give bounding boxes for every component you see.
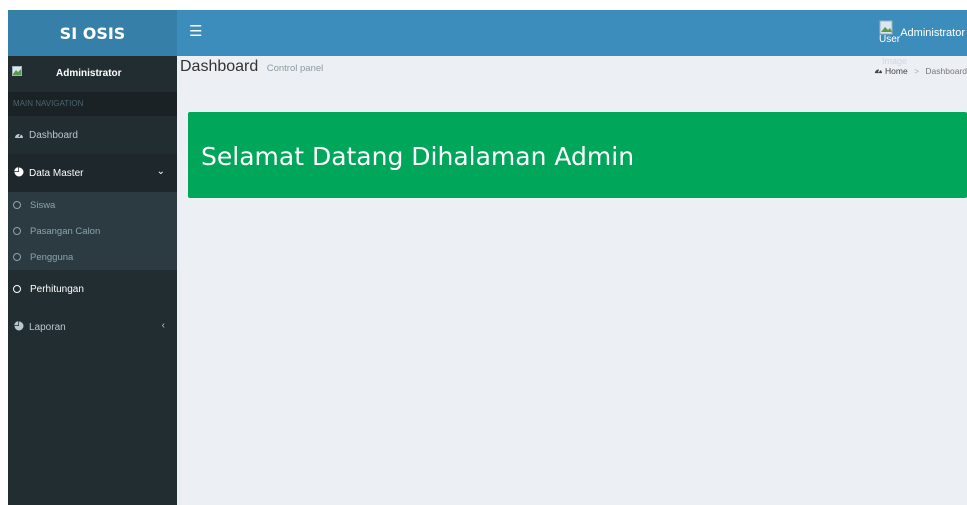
page-subtitle: Control panel: [266, 63, 324, 74]
sidebar-user-name: Administrator: [56, 68, 122, 79]
sidebar-toggle-icon[interactable]: ☰: [189, 24, 202, 40]
user-menu-name[interactable]: Administrator: [900, 27, 965, 39]
submenu-item-label: Siswa: [30, 199, 56, 211]
breadcrumb-home-link[interactable]: Home: [885, 66, 908, 76]
sidebar-item-label: Dashboard: [29, 129, 78, 141]
dashboard-icon: [874, 66, 885, 76]
submenu-data-master: Siswa Pasangan Calon Pengguna: [8, 192, 177, 270]
top-navbar: ☰ User Administrator: [177, 10, 967, 56]
welcome-box: Selamat Datang Dihalaman Admin: [188, 112, 967, 198]
sidebar-item-data-master[interactable]: Data Master ⌄: [8, 154, 177, 192]
sidebar-item-label: Laporan: [29, 321, 66, 333]
sidebar: Administrator MAIN NAVIGATION Dashboard …: [8, 56, 177, 505]
breadcrumb: Home > Dashboard: [874, 66, 967, 76]
user-image-alt-text: User: [879, 34, 901, 45]
app-logo[interactable]: SI OSIS: [8, 10, 177, 56]
sidebar-item-label: Perhitungan: [30, 283, 84, 295]
nav-header: MAIN NAVIGATION: [8, 92, 177, 116]
submenu-item-siswa[interactable]: Siswa: [8, 192, 177, 218]
circle-icon: [13, 227, 21, 235]
sidebar-item-label: Data Master: [29, 167, 84, 179]
submenu-item-pasangan-calon[interactable]: Pasangan Calon: [8, 218, 177, 244]
sidebar-item-laporan[interactable]: Laporan ‹: [8, 308, 177, 346]
submenu-item-pengguna[interactable]: Pengguna: [8, 244, 177, 270]
circle-icon: [13, 201, 21, 209]
submenu-item-label: Pasangan Calon: [30, 225, 101, 237]
page-title: Dashboard: [180, 58, 259, 75]
pie-chart-icon: [13, 321, 24, 333]
pie-chart-icon: [13, 167, 24, 179]
circle-icon: [13, 285, 21, 293]
sidebar-item-dashboard[interactable]: Dashboard: [8, 116, 177, 154]
breadcrumb-separator: >: [914, 66, 920, 76]
chevron-left-icon: ‹: [161, 320, 165, 331]
welcome-message: Selamat Datang Dihalaman Admin: [201, 142, 635, 171]
sidebar-user-panel: Administrator: [8, 56, 177, 92]
dashboard-icon: [13, 130, 24, 141]
submenu-item-label: Pengguna: [30, 251, 74, 263]
breadcrumb-current: Dashboard: [925, 66, 967, 76]
content-header: Dashboard Control panel Home > Dashboard: [180, 58, 967, 84]
sidebar-item-perhitungan[interactable]: Perhitungan: [8, 270, 177, 308]
logo-text: SI OSIS: [59, 23, 126, 43]
avatar-broken-image-icon: [12, 66, 22, 76]
chevron-down-icon: ⌄: [156, 166, 165, 177]
app-window: SI OSIS ☰ User Administrator Image Admin…: [8, 10, 967, 505]
circle-icon: [13, 253, 21, 261]
